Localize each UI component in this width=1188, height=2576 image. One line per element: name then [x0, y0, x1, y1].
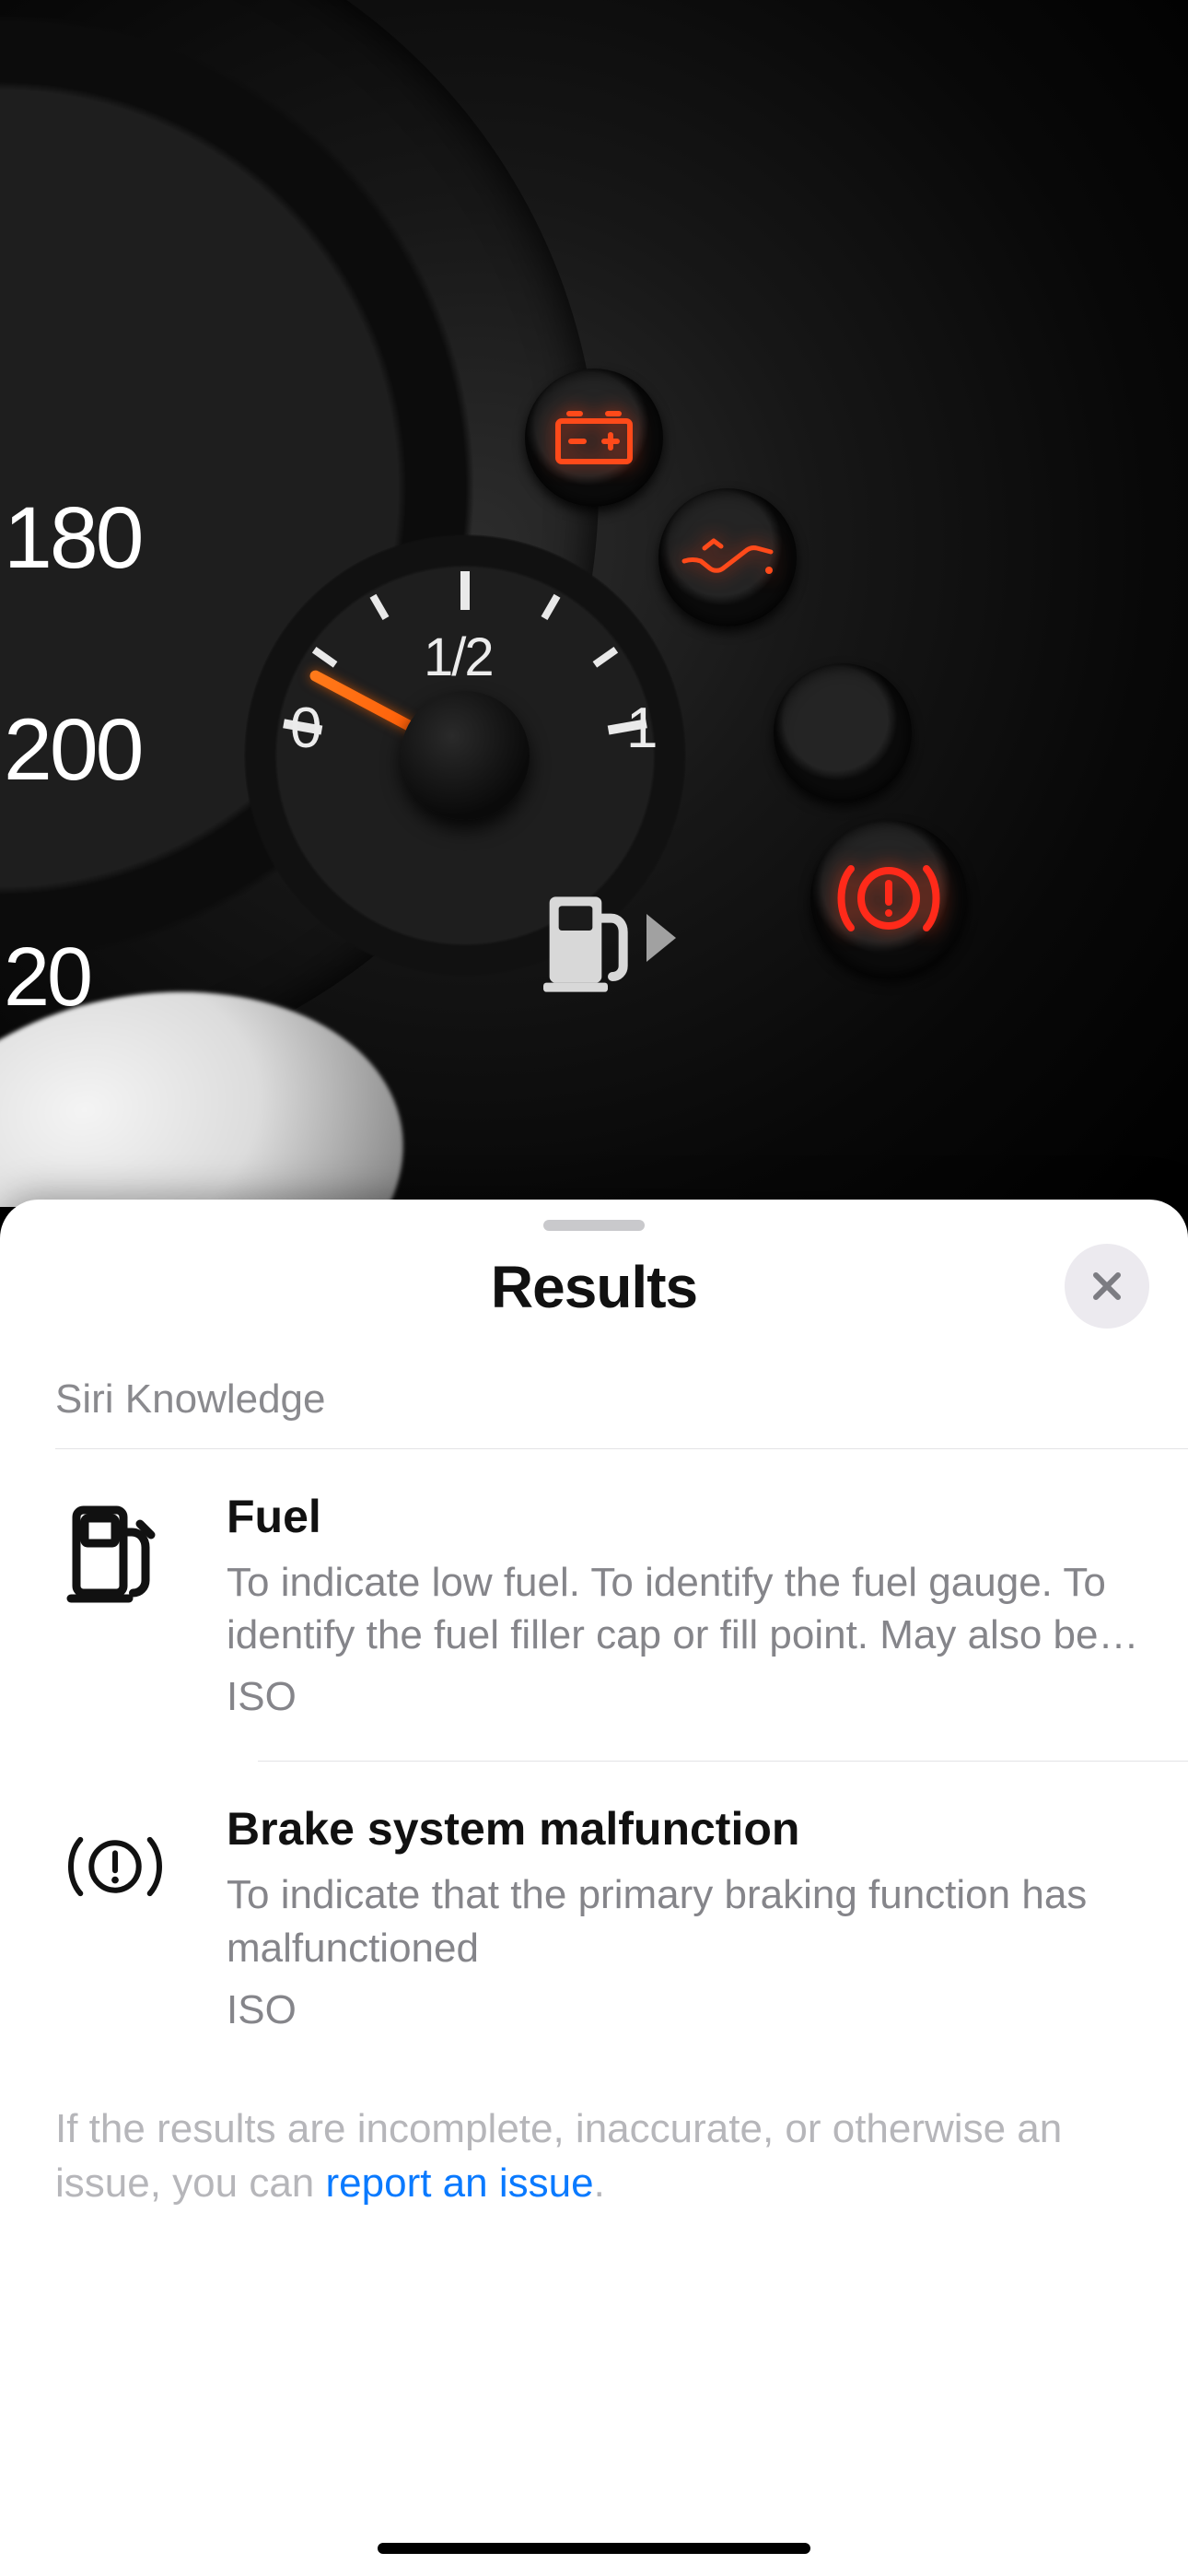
brake-warning-light [810, 820, 967, 977]
home-indicator[interactable] [378, 2543, 810, 2554]
blank-indicator [774, 663, 912, 802]
fuel-pump-icon [55, 1490, 175, 1610]
fuel-side-arrow-icon [646, 914, 676, 962]
oil-warning-light [658, 488, 797, 626]
report-issue-link[interactable]: report an issue [326, 2160, 594, 2206]
fuel-label: 1/2 [424, 626, 493, 688]
battery-warning-light [525, 369, 663, 507]
sheet-grabber[interactable] [543, 1220, 645, 1231]
fuel-pump-icon [539, 884, 640, 995]
close-button[interactable] [1065, 1244, 1149, 1329]
result-source: ISO [227, 1674, 1142, 1720]
result-item[interactable]: Brake system malfunction To indicate tha… [0, 1762, 1188, 2073]
result-description: To indicate low fuel. To identify the fu… [227, 1556, 1142, 1661]
close-icon [1087, 1266, 1127, 1306]
speedo-number: 200 [4, 700, 142, 801]
fuel-label: 0 [290, 696, 321, 761]
result-source: ISO [227, 1987, 1142, 2033]
result-title: Fuel [227, 1490, 1142, 1543]
dashboard-photo: 180 200 20 0 1/2 1 [0, 0, 1188, 1207]
sheet-title: Results [0, 1253, 1188, 1321]
footer-note: If the results are incomplete, inaccurat… [0, 2074, 1188, 2211]
results-sheet[interactable]: Results Siri Knowledge Fuel To indicate … [0, 1200, 1188, 2576]
brake-warning-icon [55, 1802, 175, 1922]
section-label: Siri Knowledge [0, 1376, 1188, 1448]
footer-text: . [594, 2160, 605, 2206]
result-item[interactable]: Fuel To indicate low fuel. To identify t… [0, 1449, 1188, 1761]
result-description: To indicate that the primary braking fun… [227, 1868, 1142, 1973]
fuel-label: 1 [626, 696, 658, 761]
result-title: Brake system malfunction [227, 1802, 1142, 1856]
speedo-number: 180 [4, 488, 142, 589]
